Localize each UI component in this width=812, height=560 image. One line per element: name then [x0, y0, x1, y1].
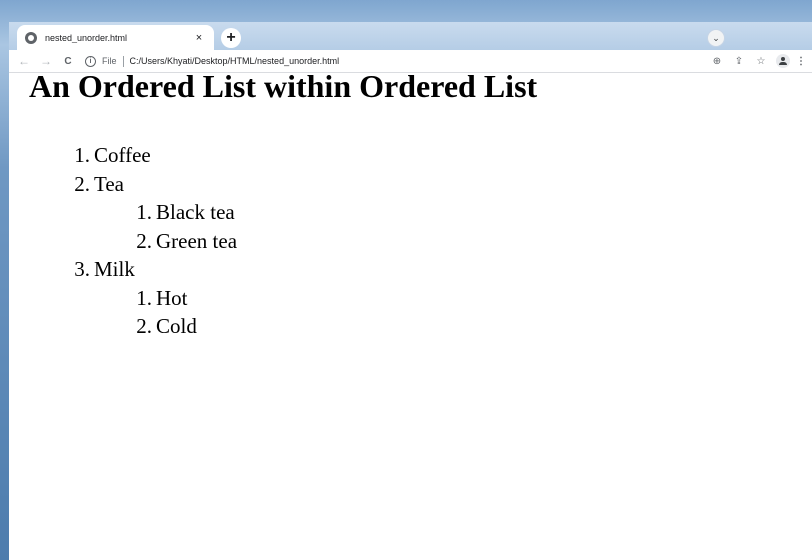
- tab-strip: nested_unorder.html × + ⌄: [9, 22, 812, 50]
- page-heading: An Ordered List within Ordered List: [29, 68, 538, 104]
- list-item-label: Tea: [94, 171, 125, 196]
- list-item-cold: 2. Cold: [128, 312, 237, 341]
- forward-arrow-icon[interactable]: →: [35, 54, 57, 68]
- list-number: 1.: [136, 200, 152, 224]
- nested-ordered-list: 1. Hot 2. Cold: [128, 284, 237, 341]
- back-arrow-icon[interactable]: ←: [13, 54, 35, 68]
- url-text[interactable]: C:/Users/Khyati/Desktop/HTML/nested_unor…: [130, 56, 340, 66]
- list-item-label: Black tea: [156, 200, 235, 224]
- list-number: 2.: [74, 171, 90, 196]
- list-item-label: Hot: [156, 285, 188, 310]
- globe-icon: [25, 31, 37, 44]
- list-item-label: Milk: [94, 257, 135, 281]
- tab-close-icon[interactable]: ×: [192, 32, 206, 44]
- list-item-milk: 3. Milk 1. Hot 2. Cold: [66, 255, 237, 341]
- scheme-label: File: [102, 56, 117, 66]
- list-item-tea: 2. Tea 1. Black tea 2. Green tea: [66, 170, 237, 256]
- list-number: 1.: [136, 285, 152, 310]
- list-item-hot: 1. Hot: [128, 284, 237, 313]
- nested-ordered-list: 1. Black tea 2. Green tea: [128, 198, 237, 255]
- list-item-black-tea: 1. Black tea: [128, 198, 237, 227]
- zoom-icon[interactable]: ⊕: [706, 56, 728, 67]
- list-number: 3.: [74, 257, 90, 281]
- list-number: 2.: [136, 314, 152, 338]
- tab-search-chevron-icon[interactable]: ⌄: [707, 29, 725, 47]
- address-divider: [122, 55, 124, 67]
- tab-nested-unorder[interactable]: nested_unorder.html ×: [17, 25, 214, 50]
- list-number: 2.: [136, 228, 152, 253]
- list-item-green-tea: 2. Green tea: [128, 227, 237, 256]
- reload-icon[interactable]: C: [57, 56, 79, 67]
- menu-kebab-icon[interactable]: ⋮: [794, 56, 808, 67]
- bookmark-star-icon[interactable]: ☆: [750, 56, 772, 67]
- list-item-label: Green tea: [156, 228, 238, 253]
- browser-window: – □ x nested_unorder.html × + ⌄ ← → C i …: [9, 22, 812, 560]
- share-icon[interactable]: ⇪: [728, 56, 750, 67]
- list-item-label: Cold: [156, 314, 197, 338]
- list-item-label: Coffee: [94, 143, 151, 167]
- ordered-list: 1. Coffee 2. Tea 1. Black tea 2. Green tea 3…: [66, 141, 237, 341]
- new-tab-button[interactable]: +: [221, 28, 241, 48]
- toolbar-actions: ⊕ ⇪ ☆ ⋮: [706, 54, 808, 68]
- list-item-coffee: 1. Coffee: [66, 141, 237, 170]
- tab-title: nested_unorder.html: [45, 32, 128, 43]
- page-content: An Ordered List within Ordered List 1. Co…: [9, 68, 812, 560]
- info-icon[interactable]: i: [85, 55, 96, 67]
- profile-avatar-icon[interactable]: [776, 54, 790, 68]
- list-number: 1.: [74, 143, 90, 167]
